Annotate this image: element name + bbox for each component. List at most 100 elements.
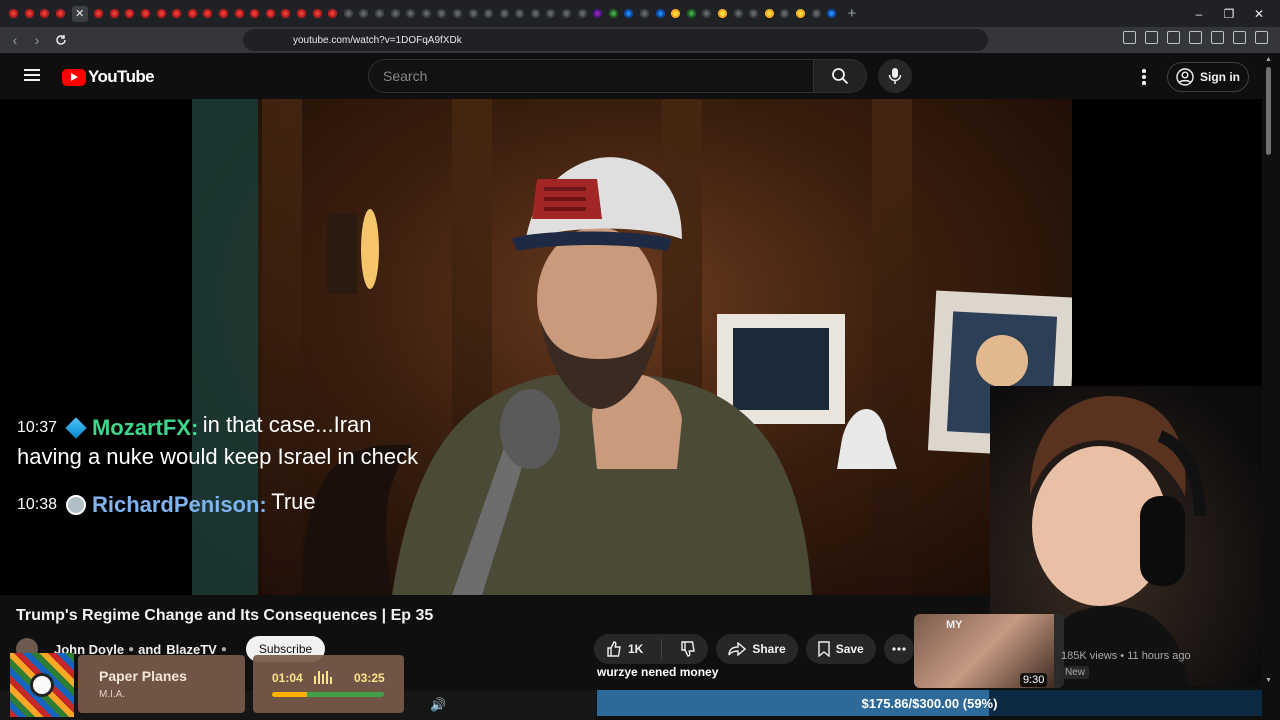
tab-favicon[interactable]	[203, 9, 213, 18]
tab-favicon[interactable]	[406, 9, 416, 18]
scroll-up-icon[interactable]: ▲	[1265, 56, 1272, 63]
tab-favicon[interactable]	[811, 9, 821, 18]
omnibox[interactable]: youtube.com/watch?v=1DOFqA9fXDk	[243, 29, 988, 51]
forward-icon[interactable]: ›	[26, 29, 48, 51]
tab-favicon[interactable]	[452, 9, 462, 18]
dislike-button[interactable]	[668, 634, 708, 664]
tab-favicon[interactable]	[640, 9, 650, 18]
tab-favicon[interactable]	[577, 9, 587, 18]
chat-message: 10:37 MozartFX: in that case...Iran havi…	[17, 409, 437, 472]
tab-favicon[interactable]	[312, 9, 322, 18]
voice-search-button[interactable]	[878, 59, 912, 93]
minimize-button[interactable]: –	[1184, 0, 1214, 27]
more-actions-button[interactable]	[883, 634, 914, 664]
tab-favicon[interactable]	[624, 9, 634, 18]
donation-username: wurzye nened money	[597, 665, 719, 679]
tab-favicon[interactable]	[390, 9, 400, 18]
active-tab-close-icon[interactable]: ✕	[71, 5, 88, 22]
tab-favicon[interactable]	[359, 9, 369, 18]
tab-favicon[interactable]	[296, 9, 306, 18]
tab-favicon[interactable]	[764, 9, 774, 18]
donation-goal-text: $175.86/$300.00 (59%)	[861, 695, 998, 711]
extension-icon[interactable]	[1211, 31, 1224, 44]
chat-badge-icon	[64, 417, 87, 439]
tab-favicon[interactable]	[780, 9, 790, 18]
tab-favicon[interactable]	[795, 9, 805, 18]
chat-message: 10:38 RichardPenison: True	[17, 486, 437, 518]
tab-favicon[interactable]	[94, 9, 104, 18]
new-tab-button[interactable]: +	[847, 5, 856, 22]
tab-favicon[interactable]	[187, 9, 197, 18]
tab-favicon[interactable]	[484, 9, 494, 18]
extension-icon[interactable]	[1145, 31, 1158, 44]
extension-icon[interactable]	[1189, 31, 1202, 44]
extension-icon[interactable]	[1123, 31, 1136, 44]
settings-menu-icon[interactable]	[1132, 65, 1156, 89]
tab-favicon[interactable]	[546, 9, 556, 18]
tab-favicon[interactable]	[265, 9, 275, 18]
volume-icon[interactable]: 🔊	[430, 697, 446, 713]
song-artist: M.I.A.	[99, 689, 126, 700]
song-title: Paper Planes	[99, 668, 187, 684]
back-icon[interactable]: ‹	[4, 29, 26, 51]
tab-favicon[interactable]	[530, 9, 540, 18]
tab-favicon[interactable]	[437, 9, 447, 18]
recommended-video[interactable]: MY 9:30	[914, 614, 1064, 688]
microphone-icon	[888, 68, 902, 84]
chat-username: MozartFX:	[91, 414, 199, 440]
tab-favicon[interactable]	[172, 9, 182, 18]
scroll-down-icon[interactable]: ▼	[1265, 677, 1272, 684]
video-duration: 9:30	[1020, 673, 1048, 687]
page-scrollbar[interactable]: ▲ ▼	[1262, 53, 1280, 690]
tab-favicon[interactable]	[655, 9, 665, 18]
youtube-logo[interactable]: YouTube	[62, 67, 155, 87]
tab-favicon[interactable]	[515, 9, 525, 18]
tab-favicon[interactable]	[9, 9, 19, 18]
tab-favicon[interactable]	[56, 9, 66, 18]
menu-icon[interactable]	[24, 69, 40, 81]
tab-favicon[interactable]	[125, 9, 135, 18]
tab-favicon[interactable]	[219, 9, 229, 18]
tab-favicon[interactable]	[671, 9, 681, 18]
tab-favicon[interactable]	[718, 9, 728, 18]
like-button[interactable]: 1K	[594, 634, 655, 664]
tab-favicon[interactable]	[702, 9, 712, 18]
extension-icon[interactable]	[1233, 31, 1246, 44]
tab-favicon[interactable]	[468, 9, 478, 18]
tab-favicon[interactable]	[499, 9, 509, 18]
tab-favicon[interactable]	[562, 9, 572, 18]
search-input[interactable]	[369, 60, 813, 92]
tab-favicon[interactable]	[593, 9, 603, 18]
tab-favicon[interactable]	[141, 9, 151, 18]
tab-favicon[interactable]	[328, 9, 338, 18]
maximize-button[interactable]: ❐	[1214, 0, 1244, 27]
tab-favicon[interactable]	[24, 9, 34, 18]
tab-favicon[interactable]	[281, 9, 291, 18]
tab-favicon[interactable]	[827, 9, 837, 18]
tab-favicon[interactable]	[733, 9, 743, 18]
tab-favicon[interactable]	[156, 9, 166, 18]
share-button[interactable]: Share	[716, 634, 798, 664]
tab-favicon[interactable]	[686, 9, 696, 18]
search-box	[368, 59, 814, 93]
scroll-thumb[interactable]	[1266, 67, 1271, 155]
tab-favicon[interactable]	[374, 9, 384, 18]
tab-favicon[interactable]	[40, 9, 50, 18]
tab-favicon[interactable]	[234, 9, 244, 18]
tab-favicon[interactable]	[749, 9, 759, 18]
tab-favicon[interactable]	[608, 9, 618, 18]
extension-icon[interactable]	[1255, 31, 1268, 44]
save-icon	[818, 641, 830, 657]
search-button[interactable]	[813, 59, 867, 93]
tab-favicon[interactable]	[421, 9, 431, 18]
chat-username: RichardPenison:	[91, 491, 267, 517]
tab-favicon[interactable]	[250, 9, 260, 18]
reload-icon[interactable]	[50, 29, 72, 51]
save-button[interactable]: Save	[805, 634, 876, 664]
tab-favicon[interactable]	[343, 9, 353, 18]
close-window-button[interactable]: ✕	[1244, 0, 1274, 27]
thumbs-down-icon	[681, 641, 696, 657]
extension-icon[interactable]	[1167, 31, 1180, 44]
sign-in-button[interactable]: Sign in	[1167, 62, 1249, 92]
tab-favicon[interactable]	[109, 9, 119, 18]
